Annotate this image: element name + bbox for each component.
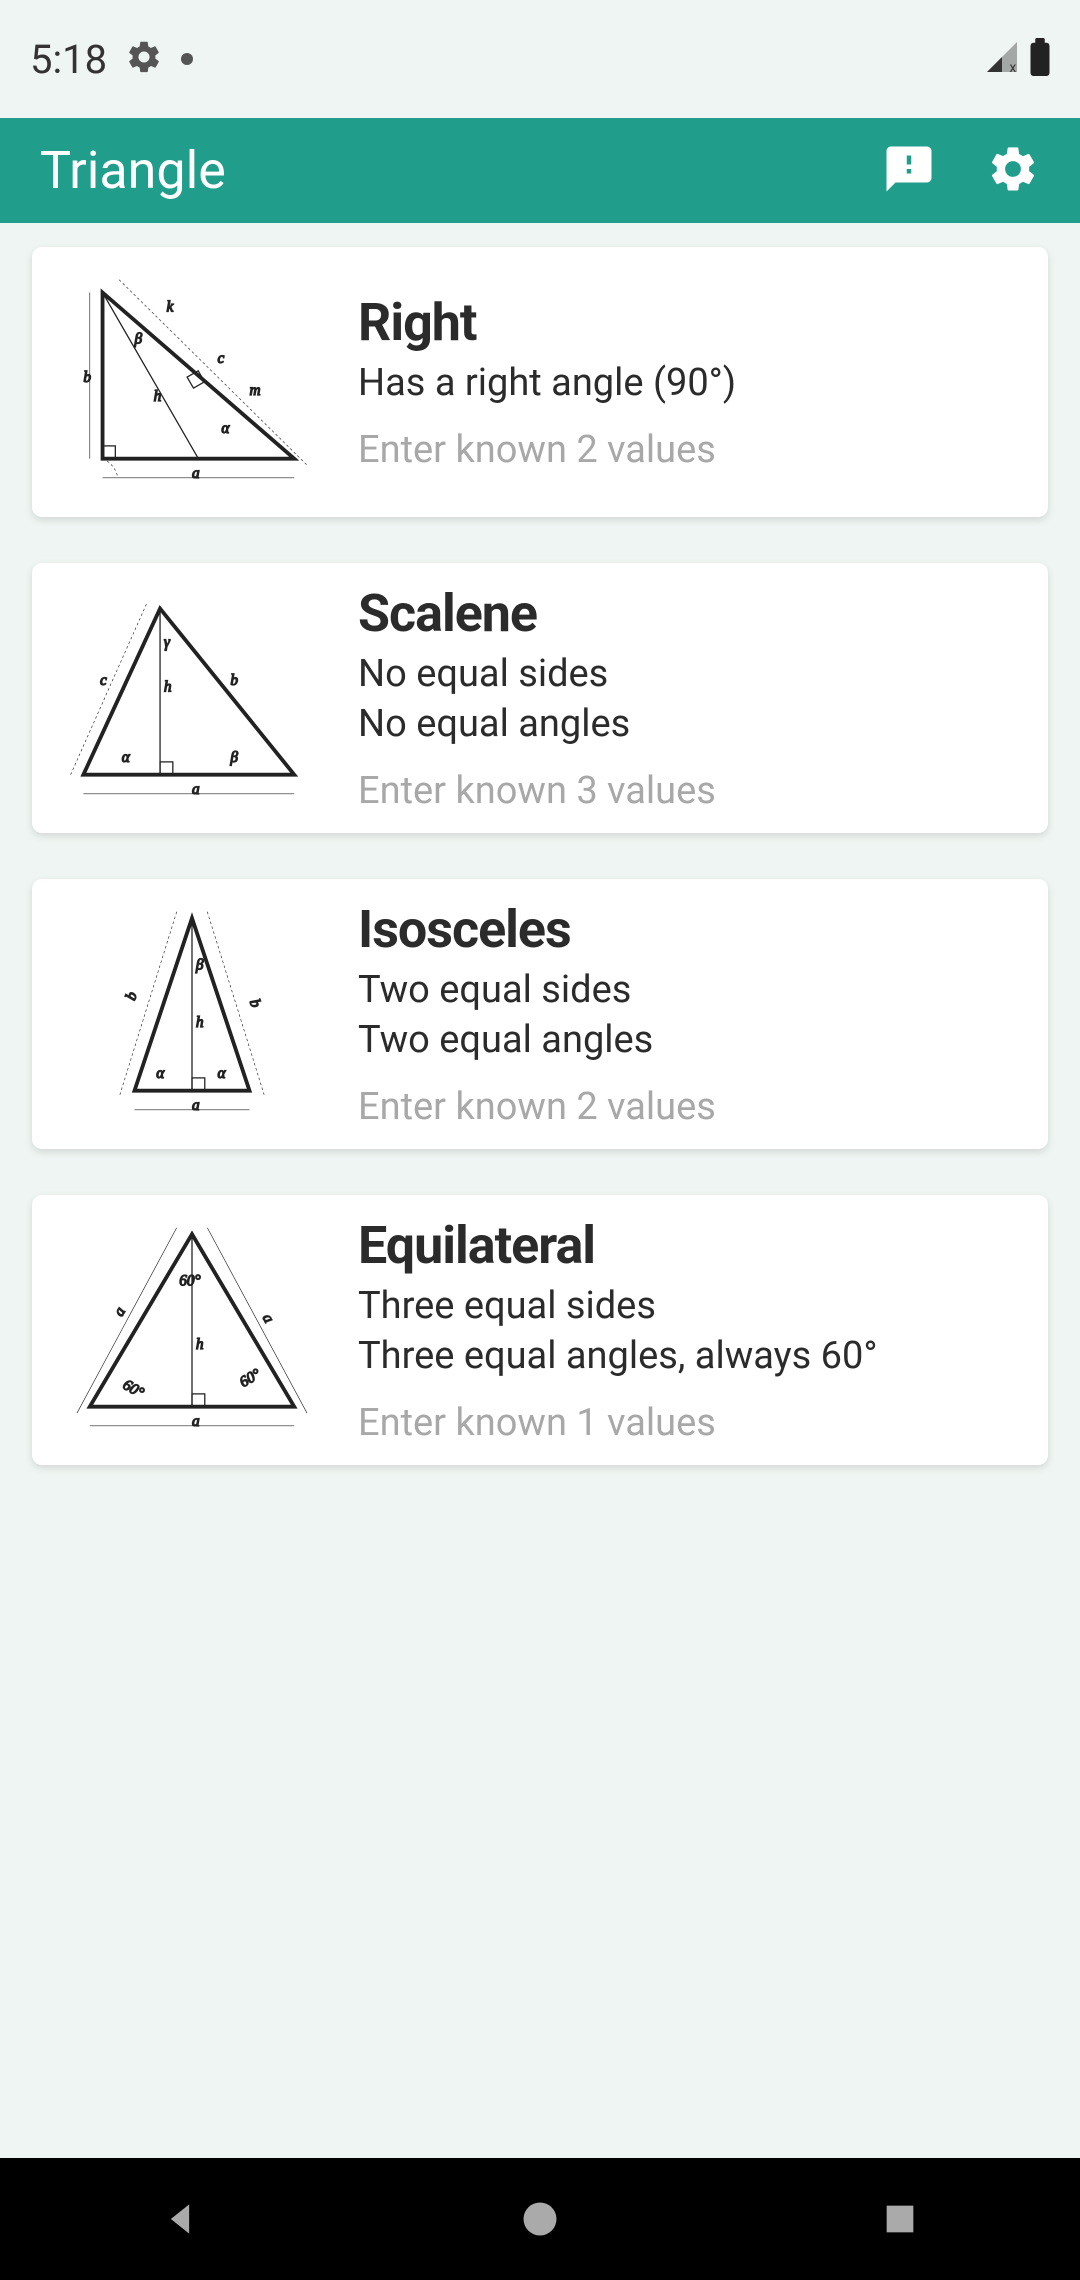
app-title: Triangle: [40, 140, 226, 201]
navigation-bar: [0, 2158, 1080, 2280]
svg-text:c: c: [218, 350, 225, 367]
card-desc-line1: Three equal sides: [358, 1282, 1038, 1331]
svg-text:h: h: [196, 1014, 204, 1031]
svg-text:h: h: [154, 388, 162, 405]
svg-text:a: a: [192, 1413, 200, 1430]
card-hint: Enter known 1 values: [358, 1401, 1038, 1445]
svg-text:β: β: [134, 331, 143, 348]
svg-text:a: a: [110, 1304, 129, 1319]
signal-icon: x: [984, 39, 1020, 79]
card-isosceles-triangle[interactable]: b b a h β α α Isosceles Two equal sides …: [32, 879, 1048, 1149]
svg-text:m: m: [250, 382, 261, 399]
svg-text:b: b: [83, 369, 91, 386]
svg-text:b: b: [246, 997, 265, 1010]
app-bar: Triangle: [0, 118, 1080, 223]
svg-text:h: h: [164, 679, 172, 696]
recent-button[interactable]: [860, 2179, 940, 2259]
card-title: Scalene: [358, 583, 1038, 644]
content-area: b a c k h β α m Right Has a right angle …: [0, 223, 1080, 1535]
diagram-scalene: c a b h γ α β: [52, 583, 332, 813]
card-desc-line2: Two equal angles: [358, 1016, 1038, 1065]
svg-text:a: a: [192, 781, 200, 798]
card-desc-line2: Three equal angles, always 60°: [358, 1332, 1038, 1381]
svg-text:α: α: [218, 1065, 227, 1082]
svg-text:60°: 60°: [179, 1272, 200, 1289]
svg-text:b: b: [122, 989, 141, 1002]
card-equilateral-triangle[interactable]: a a a h 60° 60° 60° Equilateral Three eq…: [32, 1195, 1048, 1465]
svg-text:α: α: [156, 1065, 165, 1082]
svg-text:β: β: [195, 956, 204, 973]
diagram-right: b a c k h β α m: [52, 267, 332, 497]
battery-icon: [1030, 38, 1050, 80]
diagram-isosceles: b b a h β α α: [52, 899, 332, 1129]
feedback-icon[interactable]: [882, 142, 936, 200]
svg-text:h: h: [196, 1336, 204, 1353]
gear-icon: [125, 38, 163, 80]
svg-text:β: β: [229, 749, 238, 766]
svg-text:c: c: [100, 672, 107, 689]
card-hint: Enter known 2 values: [358, 1085, 1038, 1129]
svg-text:γ: γ: [164, 634, 171, 651]
svg-text:α: α: [122, 749, 131, 766]
svg-text:b: b: [230, 672, 238, 689]
card-right-triangle[interactable]: b a c k h β α m Right Has a right angle …: [32, 247, 1048, 517]
svg-text:a: a: [192, 465, 200, 482]
svg-text:60°: 60°: [120, 1376, 147, 1401]
status-bar: 5:18 x: [0, 0, 1080, 118]
svg-text:60°: 60°: [237, 1366, 264, 1391]
card-hint: Enter known 2 values: [358, 428, 1038, 472]
svg-text:a: a: [192, 1097, 200, 1114]
card-desc: Has a right angle (90°): [358, 359, 1038, 408]
card-desc-line2: No equal angles: [358, 700, 1038, 749]
card-hint: Enter known 3 values: [358, 769, 1038, 813]
svg-text:x: x: [1010, 60, 1017, 75]
diagram-equilateral: a a a h 60° 60° 60°: [52, 1215, 332, 1445]
home-button[interactable]: [500, 2179, 580, 2259]
card-title: Equilateral: [358, 1215, 1038, 1276]
settings-icon[interactable]: [986, 142, 1040, 200]
svg-text:a: a: [259, 1311, 278, 1326]
svg-text:α: α: [221, 420, 230, 437]
status-time: 5:18: [30, 36, 107, 83]
card-title: Right: [358, 292, 1038, 353]
dot-icon: [181, 53, 193, 65]
back-button[interactable]: [140, 2179, 220, 2259]
card-desc-line1: Two equal sides: [358, 966, 1038, 1015]
card-scalene-triangle[interactable]: c a b h γ α β Scalene No equal sides No …: [32, 563, 1048, 833]
svg-text:k: k: [166, 299, 174, 316]
card-title: Isosceles: [358, 899, 1038, 960]
card-desc-line1: No equal sides: [358, 650, 1038, 699]
